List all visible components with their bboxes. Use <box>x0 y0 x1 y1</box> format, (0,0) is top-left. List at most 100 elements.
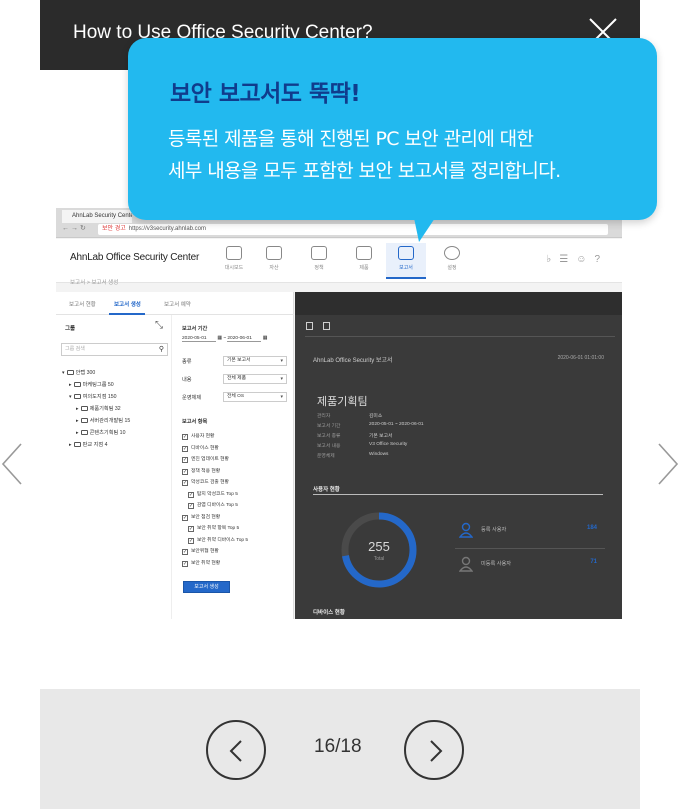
tree-item[interactable]: ▾ 안랩 300 <box>62 367 168 379</box>
slide-viewer: How to Use Office Security Center? AhnLa… <box>0 0 680 809</box>
folder-icon <box>73 382 81 387</box>
tab-report-status[interactable]: 보고서 현황 <box>69 300 96 308</box>
nav-policy[interactable]: 정책 <box>299 243 339 279</box>
unregistered-users-row: 미등록 사용자 71 <box>457 554 597 574</box>
browser-tab[interactable]: AhnLab Security Center <box>62 210 132 223</box>
next-slide-arrow-icon[interactable] <box>656 440 680 488</box>
tree-item[interactable]: ▾ 여의도지점 150 <box>62 391 168 403</box>
checkbox-checked-icon: ✓ <box>182 549 188 555</box>
chevron-left-icon <box>229 740 242 762</box>
divider <box>313 494 603 495</box>
calendar-icon[interactable]: ▦ <box>217 336 222 341</box>
nav-reports[interactable]: 보고서 <box>386 243 426 279</box>
tree-item[interactable]: ▸ 판교 지점 4 <box>62 439 168 451</box>
url-text: https://v3security.ahnlab.com <box>128 226 207 232</box>
next-page-button[interactable] <box>404 720 464 780</box>
checkbox-checked-icon: ✓ <box>182 434 188 440</box>
user-icon <box>459 522 473 538</box>
report-item-checkbox[interactable]: ✓ 보안 취약 디바이스 Top 5 <box>188 536 248 545</box>
report-team-title: 제품기획팀 <box>317 396 368 408</box>
report-config-panel: 보고서 현황 보고서 생성 보고서 예약 그룹 ⤡ 그룹 검색 ⚲ ▾ 안랩 300… <box>56 292 294 619</box>
report-item-checkbox[interactable]: ✓ 엔진 업데이트 현황 <box>182 455 229 464</box>
divider <box>455 548 605 549</box>
tree-item[interactable]: ▸ 마케팅그룹 50 <box>62 379 168 391</box>
divider <box>305 336 615 337</box>
report-item-checkbox[interactable]: ✓ 악성코드 검출 현황 <box>182 478 229 487</box>
search-icon[interactable]: ⚲ <box>159 344 164 355</box>
checkbox-checked-icon: ✓ <box>182 514 188 521</box>
header-utility-icons[interactable]: ♭☰☺? <box>547 254 608 265</box>
gear-icon <box>444 246 460 260</box>
calendar-icon[interactable]: ▦ <box>263 336 268 341</box>
report-chart-icon <box>398 246 414 260</box>
page-counter: 16/18 <box>314 736 362 757</box>
callout-headline: 보안 보고서도 뚝딱! <box>170 81 361 107</box>
expand-icon[interactable]: ⤡ <box>155 320 163 331</box>
prev-slide-arrow-icon[interactable] <box>0 440 24 488</box>
report-item-checkbox[interactable]: ✓ 보안 취약 항목 Top 5 <box>188 524 239 533</box>
callout-description-line1: 등록된 제품을 통해 진행된 PC 보안 관리에 대한 <box>168 128 534 150</box>
tree-item[interactable]: ▸ 콘텐츠기획팀 10 <box>62 427 168 439</box>
tab-report-schedule[interactable]: 보고서 예약 <box>164 300 191 308</box>
checkbox-checked-icon: ✓ <box>182 445 188 452</box>
report-item-checkbox[interactable]: ✓ 디바이스 현황 <box>182 444 219 453</box>
pagination-bar: 16/18 <box>40 689 640 809</box>
nav-settings[interactable]: 설정 <box>432 243 472 279</box>
user-section-title: 사용자 현황 <box>313 487 340 493</box>
report-item-checkbox[interactable]: ✓ 감염 디바이스 Top 5 <box>188 501 238 510</box>
report-item-checkbox[interactable]: ✓ 탐지 악성코드 Top 5 <box>188 490 238 499</box>
monitor-icon <box>266 246 282 260</box>
building-icon <box>66 370 74 375</box>
total-users-unit: Total <box>373 556 385 562</box>
tree-item[interactable]: ▸ 서버관리개발팀 15 <box>62 415 168 427</box>
report-meta-row: 관리자 김미소 <box>317 414 383 419</box>
app-header: AhnLab Office Security Center 대시보드 자산 정책… <box>56 239 622 283</box>
content-label: 내용 <box>182 377 192 383</box>
report-item-checkbox[interactable]: ✓ 사용자 현황 <box>182 432 214 441</box>
report-item-checkbox[interactable]: ✓ 보안위협 현황 <box>182 547 219 556</box>
period-range[interactable]: 2020-05-01 ▦ ~ 2020-06-01 ▦ <box>182 336 267 342</box>
total-users-value: 255 <box>368 539 390 554</box>
address-bar[interactable]: 보안 경고 https://v3security.ahnlab.com <box>98 224 608 235</box>
folder-icon <box>80 406 88 411</box>
preview-toolbar <box>295 292 622 315</box>
date-to[interactable]: 2020-06-01 <box>227 336 262 342</box>
report-meta-row: 보고서 종류 기본 보고서 <box>317 434 393 439</box>
tab-report-create[interactable]: 보고서 생성 <box>114 300 141 308</box>
date-from[interactable]: 2020-05-01 <box>182 336 216 342</box>
product-screenshot: AhnLab Security Center ←→↻ 보안 경고 https://… <box>56 208 622 619</box>
os-select[interactable]: 전체 OS <box>223 392 287 402</box>
users-donut-chart: 255 Total <box>337 508 421 592</box>
shield-icon <box>311 246 327 260</box>
download-icon <box>356 246 372 260</box>
checkbox-checked-icon: ✓ <box>188 537 194 544</box>
group-panel: 그룹 ⤡ 그룹 검색 ⚲ ▾ 안랩 300 ▸ 마케팅그룹 50 ▾ 여의도지점 150… <box>56 315 172 619</box>
report-item-checkbox[interactable]: ✓ 보안 점검 현황 <box>182 513 220 522</box>
device-section-title: 디바이스 현황 <box>313 610 345 616</box>
generate-report-button[interactable]: 보고서 생성 <box>183 581 230 593</box>
type-select[interactable]: 기본 보고서 <box>223 356 287 366</box>
checkbox-checked-icon: ✓ <box>182 560 188 567</box>
report-meta-row: 보고서 내용 V3 Office Security <box>317 442 408 449</box>
checkbox-checked-icon: ✓ <box>188 503 194 509</box>
type-label: 종류 <box>182 359 192 365</box>
user-icon <box>459 556 473 572</box>
folder-icon <box>80 430 88 435</box>
callout-description-line2: 세부 내용을 모두 포함한 보안 보고서를 정리합니다. <box>168 160 561 182</box>
print-icon[interactable] <box>306 322 313 330</box>
report-item-checkbox[interactable]: ✓ 보안 취약 현황 <box>182 559 220 568</box>
content-select[interactable]: 전체 제품 <box>223 374 287 384</box>
pdf-icon[interactable] <box>323 322 330 330</box>
nav-assets[interactable]: 자산 <box>254 243 294 279</box>
report-brand: AhnLab Office Security 보고서 <box>313 358 393 364</box>
report-meta-row: 운영체제 Windows <box>317 452 389 459</box>
nav-products[interactable]: 제품 <box>344 243 384 279</box>
nav-dashboard[interactable]: 대시보드 <box>214 243 254 279</box>
group-search-input[interactable]: 그룹 검색 ⚲ <box>61 343 168 356</box>
prev-page-button[interactable] <box>206 720 266 780</box>
report-item-checkbox[interactable]: ✓ 정책 적용 현황 <box>182 467 220 476</box>
checkbox-checked-icon: ✓ <box>188 526 194 532</box>
tree-item[interactable]: ▸ 제품기획팀 32 <box>62 403 168 415</box>
report-meta-row: 보고서 기간 2020-05-01 ~ 2020-06-01 <box>317 422 424 429</box>
registered-users-row: 등록 사용자 184 <box>457 520 597 540</box>
